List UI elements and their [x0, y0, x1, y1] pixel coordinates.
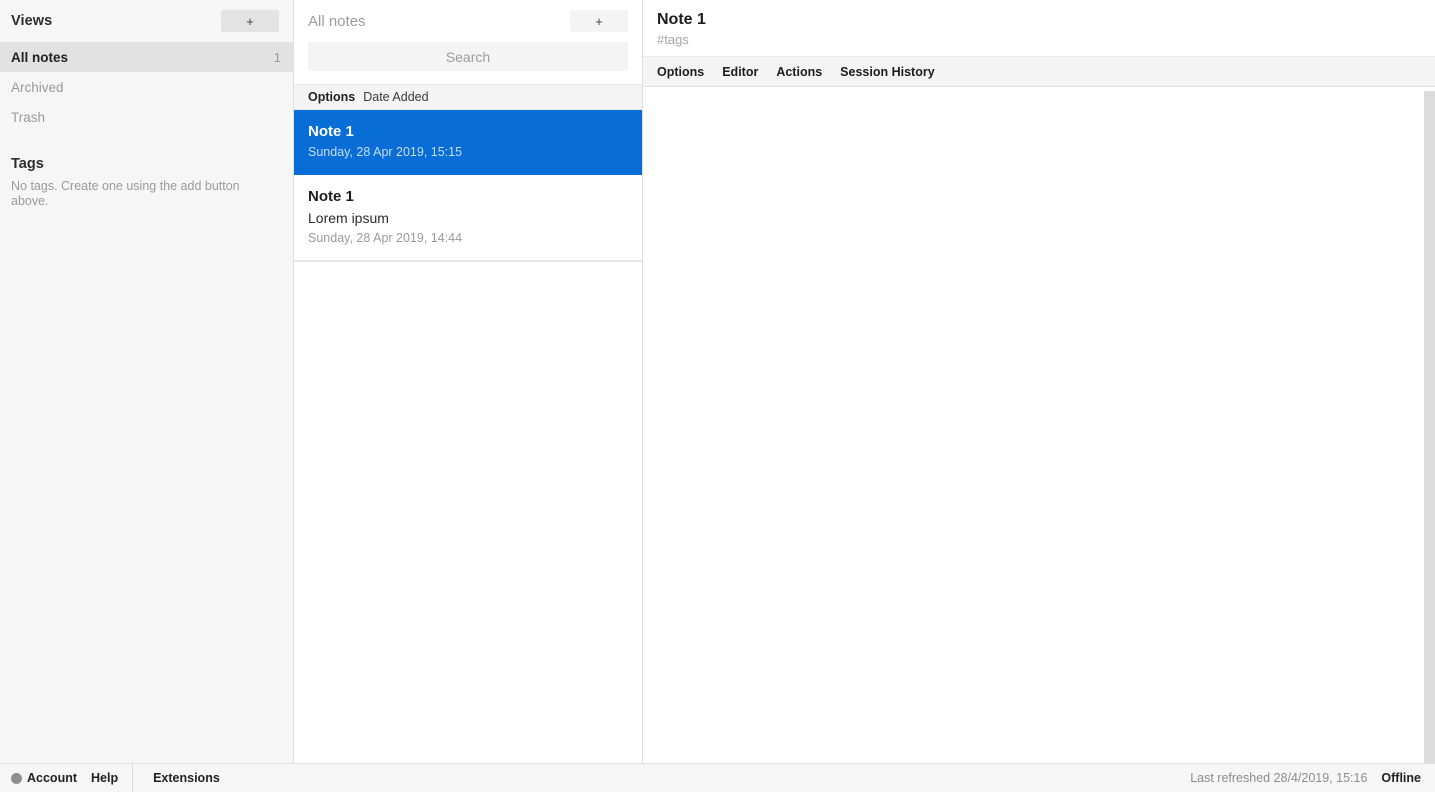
- sidebar-item-count: 1: [273, 49, 281, 65]
- notes-list-panel: All notes + Options Date Added Note 1 Su…: [294, 0, 643, 763]
- tab-options[interactable]: Options: [657, 65, 704, 79]
- note-date: Sunday, 28 Apr 2019, 15:15: [308, 145, 463, 160]
- account-status-dot-icon: [11, 772, 22, 784]
- status-bar-left: Account Help Extensions: [11, 763, 220, 792]
- tab-editor[interactable]: Editor: [722, 65, 758, 79]
- sidebar-item-label: Trash: [11, 109, 46, 125]
- tags-heading: Tags: [11, 156, 44, 172]
- help-button[interactable]: Help: [91, 771, 118, 785]
- app-window: Views + All notes 1 Archived Trash Tags …: [0, 0, 1435, 792]
- note-editor-panel: Note 1 #tags Options Editor Actions Sess…: [643, 0, 1435, 763]
- editor-header: Note 1 #tags: [643, 0, 1435, 57]
- views-heading: Views: [11, 13, 53, 29]
- editor-title-input[interactable]: Note 1: [657, 10, 1435, 30]
- status-account-group: Account Help: [11, 771, 132, 785]
- note-list: Note 1 Sunday, 28 Apr 2019, 15:15 Note 1…: [294, 110, 642, 763]
- views-sidebar: Views + All notes 1 Archived Trash Tags …: [0, 0, 294, 763]
- editor-tags-input[interactable]: #tags: [657, 32, 1435, 47]
- list-sort-button[interactable]: Date Added: [363, 90, 428, 104]
- sidebar-item-label: All notes: [11, 49, 69, 65]
- account-button[interactable]: Account: [11, 771, 77, 785]
- add-tag-button[interactable]: +: [221, 10, 279, 32]
- status-extensions-group: Extensions: [132, 763, 220, 792]
- note-text-area[interactable]: [643, 87, 1435, 763]
- editor-tab-bar: Options Editor Actions Session History: [643, 57, 1435, 87]
- list-options-button[interactable]: Options: [308, 90, 355, 104]
- note-date: Sunday, 28 Apr 2019, 14:44: [308, 231, 463, 246]
- sidebar-item-label: Archived: [11, 79, 64, 95]
- note-title: Note 1: [308, 123, 354, 140]
- note-title: Note 1: [308, 188, 354, 206]
- extensions-button[interactable]: Extensions: [153, 771, 220, 785]
- search-input[interactable]: [308, 42, 628, 71]
- editor-body: [643, 87, 1435, 763]
- status-bar: Account Help Extensions Last refreshed 2…: [0, 763, 1435, 792]
- notes-panel-header: All notes +: [294, 0, 642, 42]
- sidebar-header: Views +: [0, 0, 293, 42]
- tags-section: Tags No tags. Create one using the add b…: [0, 156, 293, 209]
- account-label: Account: [27, 771, 77, 785]
- notes-panel-title: All notes: [308, 12, 366, 30]
- add-note-button[interactable]: +: [570, 10, 628, 32]
- sidebar-item-archived[interactable]: Archived: [0, 72, 293, 102]
- tab-actions[interactable]: Actions: [776, 65, 822, 79]
- tab-session-history[interactable]: Session History: [840, 65, 934, 79]
- sidebar-item-trash[interactable]: Trash: [0, 102, 293, 132]
- views-list: All notes 1 Archived Trash: [0, 42, 293, 132]
- notes-list-toolbar: Options Date Added: [294, 85, 642, 110]
- sidebar-item-all-notes[interactable]: All notes 1: [0, 42, 293, 72]
- notes-panel-top: All notes +: [294, 0, 642, 85]
- note-list-item[interactable]: Note 1 Lorem ipsum Sunday, 28 Apr 2019, …: [294, 175, 642, 262]
- main-panes: Views + All notes 1 Archived Trash Tags …: [0, 0, 1435, 763]
- note-preview: Lorem ipsum: [308, 210, 389, 227]
- editor-vertical-scrollbar[interactable]: [1424, 91, 1435, 763]
- note-list-end-divider: [294, 261, 642, 263]
- tags-empty-message: No tags. Create one using the add button…: [11, 179, 240, 208]
- note-list-item[interactable]: Note 1 Sunday, 28 Apr 2019, 15:15: [294, 110, 642, 176]
- search-wrapper: [294, 42, 642, 84]
- last-refreshed-label: Last refreshed 28/4/2019, 15:16: [1190, 771, 1368, 785]
- status-bar-right: Last refreshed 28/4/2019, 15:16 Offline: [1190, 771, 1421, 785]
- connection-status-button[interactable]: Offline: [1381, 771, 1421, 785]
